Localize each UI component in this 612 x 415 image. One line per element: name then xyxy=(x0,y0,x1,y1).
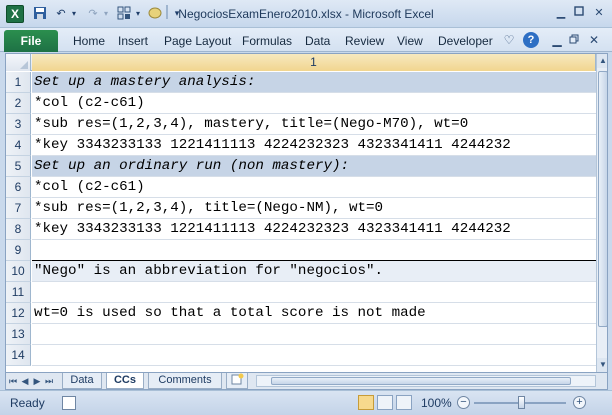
cell[interactable]: *sub res=(1,2,3,4), mastery, title=(Nego… xyxy=(32,114,596,135)
row-header[interactable]: 4 xyxy=(6,135,31,156)
cell[interactable]: *col (c2-c61) xyxy=(32,177,596,198)
zoom-in-icon[interactable]: + xyxy=(573,396,586,409)
sheet-tab-comments[interactable]: Comments xyxy=(148,373,222,389)
tab-home[interactable]: Home xyxy=(73,34,105,48)
vertical-scrollbar[interactable]: ▲ ▼ xyxy=(596,54,607,372)
grid-row: 8 *key 3343233133 1221411113 4224232323 … xyxy=(6,219,596,240)
grid-row: 4 *key 3343233133 1221411113 4224232323 … xyxy=(6,135,596,156)
close-icon[interactable]: ✕ xyxy=(590,5,608,21)
next-sheet-icon[interactable]: ▶ xyxy=(32,374,42,388)
grid-row: 6 *col (c2-c61) xyxy=(6,177,596,198)
cell[interactable]: Set up an ordinary run (non mastery): xyxy=(32,156,596,177)
first-sheet-icon[interactable]: ⏮ xyxy=(8,374,18,388)
status-ready: Ready xyxy=(10,396,45,410)
help-icon[interactable]: ? xyxy=(523,32,539,48)
window-minimize-icon[interactable]: ▁ xyxy=(551,32,563,48)
insert-sheet-icon[interactable] xyxy=(226,373,248,389)
sheet-tab-ccs[interactable]: CCs xyxy=(106,373,144,389)
worksheet-grid[interactable]: 1 1 Set up a mastery analysis: 2 *col (c… xyxy=(5,53,608,373)
tab-page-layout[interactable]: Page Layout xyxy=(164,34,231,48)
row-header[interactable]: 1 xyxy=(6,72,31,93)
cell[interactable]: *key 3343233133 1221411113 4224232323 43… xyxy=(32,219,596,240)
last-sheet-icon[interactable]: ⏭ xyxy=(44,374,54,388)
prev-sheet-icon[interactable]: ◀ xyxy=(20,374,30,388)
scroll-down-icon[interactable]: ▼ xyxy=(597,358,607,372)
sheet-tab-data[interactable]: Data xyxy=(62,373,102,389)
row-header[interactable]: 8 xyxy=(6,219,31,240)
cell[interactable]: *col (c2-c61) xyxy=(32,93,596,114)
cell[interactable] xyxy=(32,240,596,261)
title-bar: X ↶ ▾ ↷ ▾ ▾ ▾ NegociosExamEnero2010.xlsx… xyxy=(0,0,612,28)
window-close-icon[interactable]: ✕ xyxy=(588,32,600,48)
file-tab[interactable]: File xyxy=(4,30,58,52)
select-all-corner[interactable] xyxy=(6,54,31,71)
row-header[interactable]: 11 xyxy=(6,282,31,303)
page-break-preview-icon[interactable] xyxy=(396,395,412,410)
ribbon-tab-bar: File Home Insert Page Layout Formulas Da… xyxy=(0,28,612,52)
sheet-tabs-bar: ⏮ ◀ ▶ ⏭ Data CCs Comments xyxy=(5,373,608,390)
macro-recording-icon[interactable] xyxy=(62,396,76,410)
grid-row: 9 xyxy=(6,240,596,261)
cell[interactable]: *key 3343233133 1221411113 4224232323 43… xyxy=(32,135,596,156)
zoom-out-icon[interactable]: − xyxy=(457,396,470,409)
grid-row: 5 Set up an ordinary run (non mastery): xyxy=(6,156,596,177)
tab-review[interactable]: Review xyxy=(345,34,384,48)
tab-data[interactable]: Data xyxy=(305,34,330,48)
cell[interactable] xyxy=(32,345,596,366)
tab-developer[interactable]: Developer xyxy=(438,34,493,48)
row-header[interactable]: 2 xyxy=(6,93,31,114)
row-header[interactable]: 13 xyxy=(6,324,31,345)
row-header[interactable]: 10 xyxy=(6,261,31,282)
cell[interactable]: "Nego" is an abbreviation for "negocios"… xyxy=(32,261,596,282)
normal-view-icon[interactable] xyxy=(358,395,374,410)
cell[interactable] xyxy=(32,324,596,345)
grid-row: 1 Set up a mastery analysis: xyxy=(6,72,596,93)
zoom-level[interactable]: 100% xyxy=(421,396,452,410)
row-header[interactable]: 3 xyxy=(6,114,31,135)
column-header-1[interactable]: 1 xyxy=(32,54,596,71)
grid-row: 3 *sub res=(1,2,3,4), mastery, title=(Ne… xyxy=(6,114,596,135)
scroll-up-icon[interactable]: ▲ xyxy=(597,54,607,68)
window-title: NegociosExamEnero2010.xlsx - Microsoft E… xyxy=(178,7,434,21)
horizontal-scrollbar[interactable] xyxy=(256,375,596,387)
cell[interactable]: Set up a mastery analysis: xyxy=(32,72,596,93)
ribbon-collapse-icon[interactable]: ♡ xyxy=(503,32,515,48)
grid-row: 14 xyxy=(6,345,596,366)
row-header[interactable]: 5 xyxy=(6,156,31,177)
cell[interactable]: *sub res=(1,2,3,4), title=(Nego-NM), wt=… xyxy=(32,198,596,219)
grid-row: 11 xyxy=(6,282,596,303)
row-header[interactable]: 9 xyxy=(6,240,31,261)
tab-view[interactable]: View xyxy=(397,34,423,48)
row-header[interactable]: 7 xyxy=(6,198,31,219)
grid-row: 2 *col (c2-c61) xyxy=(6,93,596,114)
zoom-slider-thumb[interactable] xyxy=(518,396,525,409)
column-header-row: 1 xyxy=(6,54,607,71)
row-header[interactable]: 12 xyxy=(6,303,31,324)
cell[interactable] xyxy=(32,282,596,303)
vertical-scroll-thumb[interactable] xyxy=(598,71,607,327)
page-layout-view-icon[interactable] xyxy=(377,395,393,410)
cell[interactable]: wt=0 is used so that a total score is no… xyxy=(32,303,596,324)
grid-row: 13 xyxy=(6,324,596,345)
window-restore-icon[interactable] xyxy=(568,32,580,48)
grid-row: 12 wt=0 is used so that a total score is… xyxy=(6,303,596,324)
minimize-icon[interactable]: ▁ xyxy=(552,5,570,21)
row-header[interactable]: 6 xyxy=(6,177,31,198)
row-header[interactable]: 14 xyxy=(6,345,31,366)
help-icon-wrapper[interactable]: ? xyxy=(523,32,539,48)
maximize-icon[interactable] xyxy=(570,5,588,21)
grid-row: 10 "Nego" is an abbreviation for "negoci… xyxy=(6,261,596,282)
tab-insert[interactable]: Insert xyxy=(118,34,148,48)
status-bar: Ready 100% − + xyxy=(0,390,612,415)
tab-formulas[interactable]: Formulas xyxy=(242,34,292,48)
grid-row: 7 *sub res=(1,2,3,4), title=(Nego-NM), w… xyxy=(6,198,596,219)
horizontal-scroll-thumb[interactable] xyxy=(271,377,571,385)
